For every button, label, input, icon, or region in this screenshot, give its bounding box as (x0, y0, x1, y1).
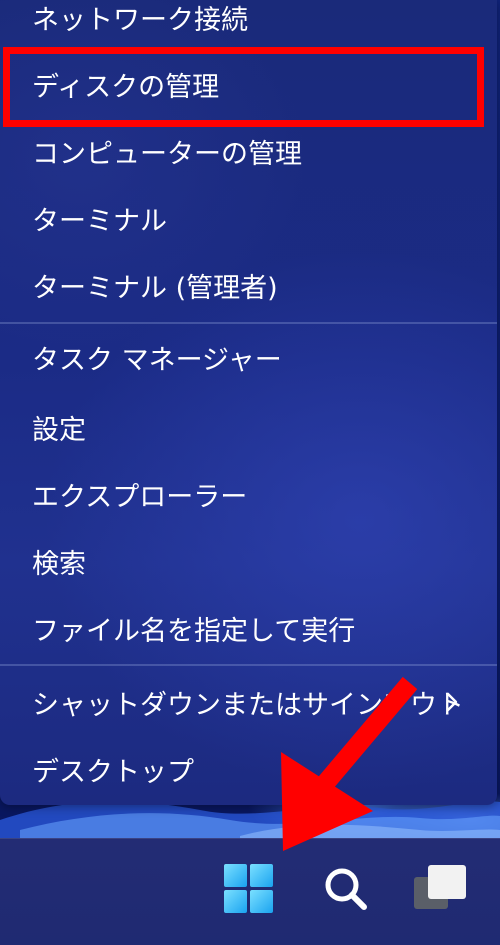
menu-item-search[interactable]: 検索 (0, 529, 497, 593)
menu-item-label: 設定 (32, 414, 86, 446)
menu-item-run[interactable]: ファイル名を指定して実行 (0, 596, 497, 660)
menu-separator (0, 664, 497, 666)
menu-item-network-connections[interactable]: ネットワーク接続 (0, 0, 497, 49)
menu-item-label: デスクトップ (32, 756, 194, 788)
menu-item-settings[interactable]: 設定 (0, 395, 497, 459)
menu-item-desktop[interactable]: デスクトップ (0, 737, 497, 801)
menu-item-label: 検索 (32, 548, 86, 580)
menu-item-label: ファイル名を指定して実行 (32, 615, 356, 647)
highlight-annotation (3, 47, 484, 127)
task-view-icon[interactable] (412, 861, 470, 919)
chevron-right-icon (446, 692, 458, 712)
search-icon[interactable] (318, 861, 374, 917)
menu-item-label: エクスプローラー (32, 481, 248, 513)
menu-separator (0, 322, 497, 324)
menu-item-label: ネットワーク接続 (32, 4, 248, 36)
menu-item-label: ターミナル (管理者) (32, 272, 278, 304)
menu-item-computer-management[interactable]: コンピューターの管理 (0, 119, 497, 183)
menu-item-label: シャットダウンまたはサインアウト (32, 689, 464, 721)
menu-item-label: タスク マネージャー (32, 344, 282, 376)
desktop-screen: ネットワーク接続 ディスクの管理 コンピューターの管理 ターミナル ターミナル … (0, 0, 500, 945)
menu-item-label: ターミナル (32, 205, 167, 237)
menu-item-terminal[interactable]: ターミナル (0, 186, 497, 250)
taskbar (0, 838, 500, 945)
windows-start-icon[interactable] (221, 861, 277, 917)
menu-item-terminal-admin[interactable]: ターミナル (管理者) (0, 253, 497, 317)
menu-item-task-manager[interactable]: タスク マネージャー (0, 325, 497, 389)
menu-item-shutdown-signout[interactable]: シャットダウンまたはサインアウト (0, 670, 497, 734)
menu-item-file-explorer[interactable]: エクスプローラー (0, 462, 497, 526)
menu-item-label: コンピューターの管理 (32, 138, 302, 170)
